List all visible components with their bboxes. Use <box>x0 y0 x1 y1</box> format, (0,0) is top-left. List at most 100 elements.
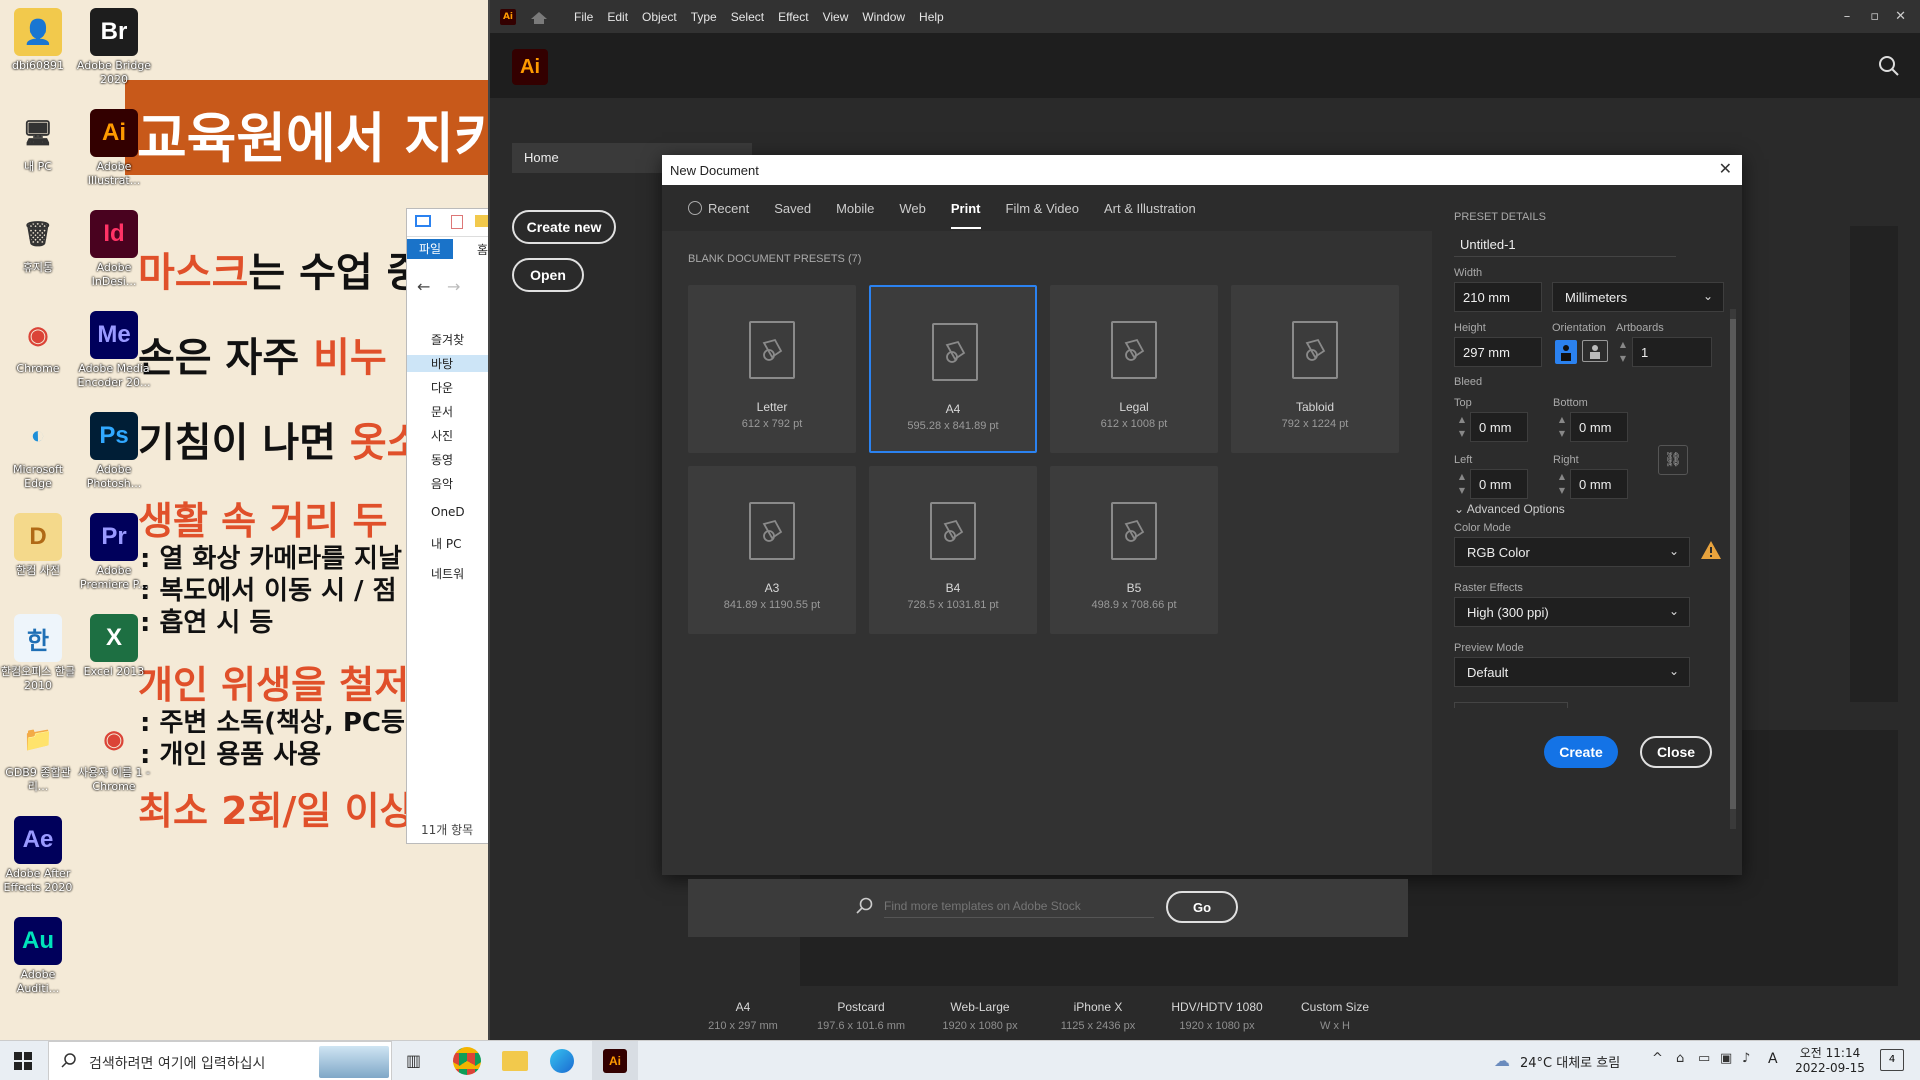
width-field[interactable]: 210 mm <box>1454 282 1542 312</box>
preset-card[interactable]: B5 498.9 x 708.66 pt <box>1050 466 1218 634</box>
maximize-icon[interactable]: ▫ <box>1870 9 1879 24</box>
bleed-top-field[interactable]: 0 mm <box>1470 412 1528 442</box>
volume-icon[interactable]: ♪ <box>1742 1051 1750 1066</box>
artboards-stepper[interactable]: ▲ ▼ <box>1617 338 1629 366</box>
warning-icon[interactable] <box>1700 540 1722 564</box>
illustrator-taskbar-slot[interactable]: Ai <box>592 1041 638 1080</box>
file-explorer-window[interactable]: 파일 홈 ← → 즐겨찾 바탕 다운 문서 사진 동영 음악 OneD 내 PC 네트워 11개 … <box>406 208 490 844</box>
desktop-icon[interactable]: Br Adobe Bridge 2020 <box>74 8 154 87</box>
nav-item[interactable]: 음악 <box>431 475 453 492</box>
menu-object[interactable]: Object <box>642 10 677 24</box>
desktop-icon[interactable]: Ae Adobe After Effects 2020 <box>0 816 78 895</box>
landscape-orientation-icon[interactable] <box>1582 340 1608 362</box>
preset-card[interactable]: B4 728.5 x 1031.81 pt <box>869 466 1037 634</box>
weather-icon[interactable]: ☁ <box>1494 1051 1510 1070</box>
preset-card[interactable]: A4 595.28 x 841.89 pt <box>869 285 1037 453</box>
more-templates-button-clipped[interactable] <box>1454 702 1568 708</box>
menu-help[interactable]: Help <box>919 10 944 24</box>
nav-item[interactable]: 즐겨찾 <box>431 331 464 348</box>
back-arrow-icon[interactable]: ← <box>417 277 430 296</box>
desktop-icon[interactable]: Ai Adobe Illustrat... <box>74 109 154 188</box>
preset-card[interactable]: Legal 612 x 1008 pt <box>1050 285 1218 453</box>
quick-start-card[interactable]: Custom Size W x H <box>1280 1000 1390 1032</box>
tab-film-video[interactable]: Film & Video <box>1006 185 1079 231</box>
portrait-orientation-icon[interactable] <box>1555 340 1577 364</box>
desktop-icon[interactable]: 📁 GDB9 종합관리... <box>0 715 78 794</box>
nav-item[interactable]: 사진 <box>431 427 453 444</box>
bleed-left-stepper[interactable]: ▲ ▼ <box>1456 470 1468 498</box>
menu-select[interactable]: Select <box>731 10 764 24</box>
close-window-icon[interactable]: ✕ <box>1895 9 1906 24</box>
link-bleed-icon[interactable]: ⛓ <box>1658 445 1688 475</box>
explorer-tab-file[interactable]: 파일 <box>407 239 453 259</box>
taskbar-search-box[interactable]: 검색하려면 여기에 입력하십시 <box>48 1041 392 1080</box>
desktop-icon[interactable]: Pr Adobe Premiere P... <box>74 513 154 592</box>
ime-indicator[interactable]: A <box>1768 1051 1778 1067</box>
tab-saved[interactable]: Saved <box>774 185 811 231</box>
tray-device-icon[interactable]: ▣ <box>1720 1051 1732 1066</box>
file-explorer-taskbar-icon[interactable] <box>502 1051 528 1071</box>
chrome-taskbar-icon[interactable] <box>453 1047 481 1075</box>
desktop-icon[interactable]: 한 한컴오피스 한글 2010 <box>0 614 78 693</box>
tab-recent[interactable]: Recent <box>688 185 749 231</box>
quick-start-card[interactable]: HDV/HDTV 1080 1920 x 1080 px <box>1162 1000 1272 1032</box>
go-button[interactable]: Go <box>1166 891 1238 923</box>
explorer-titlebar[interactable] <box>407 209 489 237</box>
document-name-field[interactable]: Untitled-1 <box>1454 231 1676 257</box>
bleed-top-stepper[interactable]: ▲ ▼ <box>1456 413 1468 441</box>
quick-start-card[interactable]: Web-Large 1920 x 1080 px <box>925 1000 1035 1032</box>
nav-item[interactable]: 네트워 <box>431 565 464 582</box>
tab-web[interactable]: Web <box>899 185 926 231</box>
bleed-bottom-field[interactable]: 0 mm <box>1570 412 1628 442</box>
desktop-icon[interactable]: 🖥 내 PC <box>0 109 78 174</box>
tab-mobile[interactable]: Mobile <box>836 185 874 231</box>
menu-window[interactable]: Window <box>862 10 905 24</box>
create-new-button[interactable]: Create new <box>512 210 616 244</box>
explorer-tab-home[interactable]: 홈 <box>477 241 488 258</box>
preset-card[interactable]: Letter 612 x 792 pt <box>688 285 856 453</box>
task-view-icon[interactable]: ▥ <box>406 1051 421 1070</box>
desktop-icon[interactable]: ◉ 사용자 이름 1 - Chrome <box>74 715 154 794</box>
menu-effect[interactable]: Effect <box>778 10 808 24</box>
desktop-icon[interactable]: X Excel 2013 <box>74 614 154 679</box>
bleed-right-field[interactable]: 0 mm <box>1570 469 1628 499</box>
menu-type[interactable]: Type <box>691 10 717 24</box>
units-dropdown[interactable]: Millimeters ⌄ <box>1552 282 1724 312</box>
desktop-icon[interactable]: ◐ Microsoft Edge <box>0 412 78 491</box>
nav-item[interactable]: OneD <box>431 505 465 519</box>
search-icon[interactable] <box>1878 55 1900 81</box>
bleed-right-stepper[interactable]: ▲ ▼ <box>1556 470 1568 498</box>
artboards-field[interactable]: 1 <box>1632 337 1712 367</box>
desktop-icon[interactable]: ◉ Chrome <box>0 311 78 376</box>
nav-item[interactable]: 바탕 <box>407 355 489 372</box>
panel-scrollbar[interactable] <box>1730 309 1736 829</box>
nav-item[interactable]: 내 PC <box>431 535 461 552</box>
quick-start-card[interactable]: Postcard 197.6 x 101.6 mm <box>806 1000 916 1032</box>
notification-center-icon[interactable]: 4 <box>1880 1049 1904 1071</box>
tab-art-illustration[interactable]: Art & Illustration <box>1104 185 1196 231</box>
minimize-icon[interactable]: – <box>1844 9 1851 24</box>
stock-search-input[interactable] <box>884 894 1154 918</box>
preset-card[interactable]: Tabloid 792 x 1224 pt <box>1231 285 1399 453</box>
clock[interactable]: 오전 11:14 2022-09-15 <box>1794 1044 1866 1075</box>
desktop-icon[interactable]: 👤 dbi60891 <box>0 8 78 73</box>
desktop-icon[interactable]: Id Adobe InDesi... <box>74 210 154 289</box>
preview-mode-dropdown[interactable]: Default ⌄ <box>1454 657 1690 687</box>
bleed-bottom-stepper[interactable]: ▲ ▼ <box>1556 413 1568 441</box>
raster-effects-dropdown[interactable]: High (300 ppi) ⌄ <box>1454 597 1690 627</box>
open-button[interactable]: Open <box>512 258 584 292</box>
bleed-left-field[interactable]: 0 mm <box>1470 469 1528 499</box>
height-field[interactable]: 297 mm <box>1454 337 1542 367</box>
nav-item[interactable]: 문서 <box>431 403 453 420</box>
dialog-close-icon[interactable]: ✕ <box>1719 159 1732 179</box>
menu-edit[interactable]: Edit <box>607 10 628 24</box>
menu-file[interactable]: File <box>574 10 593 24</box>
menu-view[interactable]: View <box>823 10 849 24</box>
edge-taskbar-icon[interactable] <box>550 1049 574 1073</box>
tray-display-icon[interactable]: ▭ <box>1698 1051 1710 1066</box>
windows-start-icon[interactable] <box>14 1052 32 1074</box>
preset-card[interactable]: A3 841.89 x 1190.55 pt <box>688 466 856 634</box>
desktop-icon[interactable]: Au Adobe Auditi... <box>0 917 78 996</box>
desktop-icon[interactable]: D 한컴 사전 <box>0 513 78 578</box>
home-icon[interactable] <box>530 10 548 24</box>
